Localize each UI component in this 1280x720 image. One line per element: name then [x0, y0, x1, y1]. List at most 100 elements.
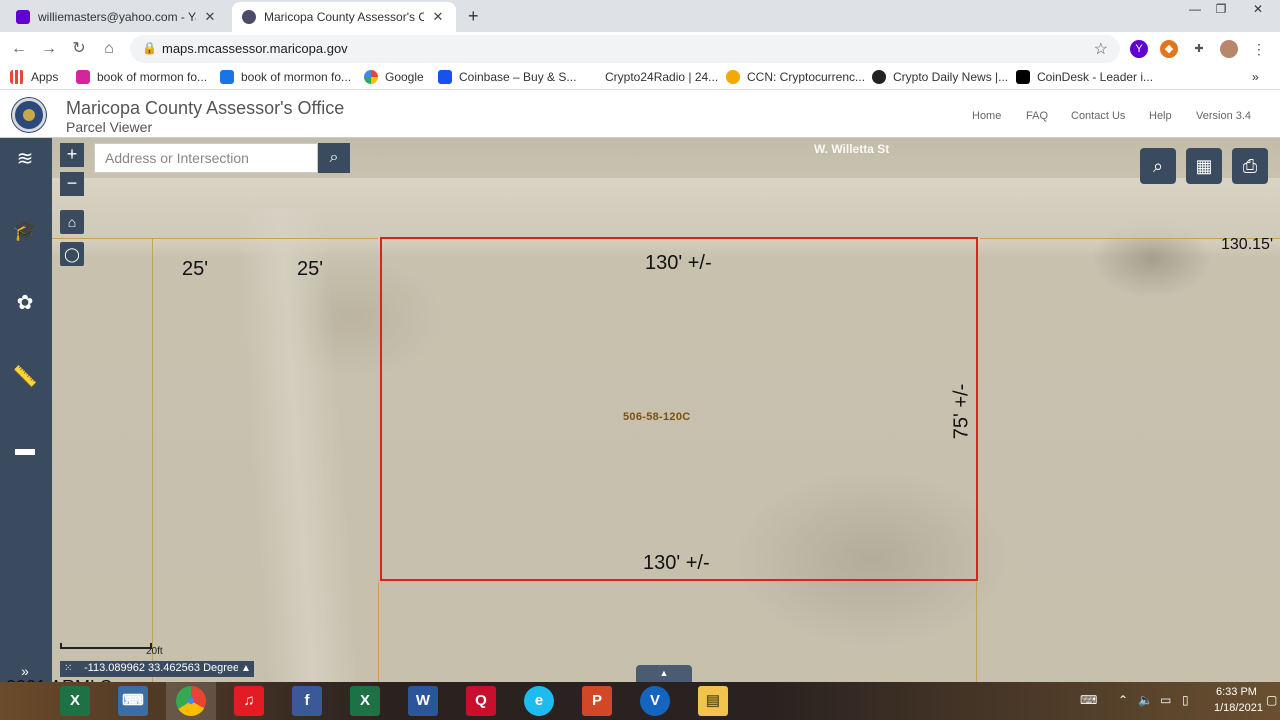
print-icon[interactable]: ⎙: [1232, 148, 1268, 184]
yahoo-extension-icon[interactable]: Y: [1130, 40, 1148, 58]
volume-icon[interactable]: 🔈: [1138, 693, 1153, 707]
bookmark-label: book of mormon fo...: [97, 70, 208, 84]
bookmark-ccn[interactable]: CCN: Cryptocurrenc...: [726, 70, 865, 84]
bookmark-coindesk[interactable]: CoinDesk - Leader i...: [1016, 70, 1153, 84]
coinbase-icon: [438, 70, 452, 84]
music-icon[interactable]: ♫: [234, 686, 264, 716]
parcel-line: [152, 238, 153, 682]
drag-grip-icon[interactable]: ⁙: [64, 663, 72, 674]
bookmark-coinbase[interactable]: Coinbase – Buy & S...: [438, 70, 576, 84]
power-icon[interactable]: ▯: [1182, 693, 1189, 707]
close-window-button[interactable]: ✕: [1236, 2, 1280, 22]
chevron-up-icon[interactable]: ⌃: [1118, 693, 1128, 707]
bookmark-label: Apps: [31, 70, 59, 84]
zoom-in-button[interactable]: +: [60, 143, 84, 167]
maximize-window-button[interactable]: ❐: [1206, 2, 1236, 22]
parcel-number[interactable]: 506-58-120C: [623, 411, 691, 423]
file-explorer-icon[interactable]: ▤: [698, 686, 728, 716]
nav-faq[interactable]: FAQ: [1026, 110, 1048, 122]
url-text[interactable]: maps.mcassessor.maricopa.gov: [162, 41, 348, 56]
bookmark-crypto24radio[interactable]: Crypto24Radio | 24...: [584, 70, 718, 84]
locate-icon[interactable]: ◯: [60, 242, 84, 266]
bookmarks-overflow-button[interactable]: »: [1252, 70, 1259, 84]
bookmark-crypto-daily[interactable]: Crypto Daily News |...: [872, 70, 1008, 84]
tab-assessor[interactable]: Maricopa County Assessor's Office ✕: [232, 2, 456, 32]
search-tool-icon[interactable]: ⌕: [1140, 148, 1176, 184]
basemap-gallery-icon[interactable]: ▦: [1186, 148, 1222, 184]
nav-version[interactable]: Version 3.4: [1196, 110, 1251, 122]
back-arrow-icon[interactable]: ←: [8, 39, 30, 59]
bookmark-apps[interactable]: Apps: [10, 70, 58, 84]
home-extent-icon[interactable]: ⌂: [60, 210, 84, 234]
expand-panel-tab[interactable]: ▲: [636, 665, 692, 682]
crypto-daily-icon: [872, 70, 886, 84]
facebook-icon[interactable]: f: [292, 686, 322, 716]
blank-page-icon: [584, 70, 598, 84]
bookmark-label: Crypto24Radio | 24...: [605, 70, 719, 84]
palette-icon[interactable]: ✿: [12, 290, 38, 316]
excel-start-icon[interactable]: X: [60, 686, 90, 716]
excel-icon[interactable]: X: [350, 686, 380, 716]
ccn-icon: [726, 70, 740, 84]
google-icon: [364, 70, 378, 84]
parcel-map[interactable]: W. Willetta St 130' +/- 130' +/- 75' +/-…: [52, 138, 1280, 682]
zoom-out-button[interactable]: −: [60, 172, 84, 196]
neighbor-dimension: 130.15': [1221, 236, 1273, 253]
easement-dimension: 25': [182, 258, 209, 280]
address-search-input[interactable]: [94, 143, 318, 173]
education-cap-icon[interactable]: 🎓: [12, 218, 38, 244]
chevron-up-icon[interactable]: ▲: [238, 661, 254, 677]
app-title: Maricopa County Assessor's Office: [66, 98, 345, 118]
apps-grid-icon: [10, 70, 24, 84]
parcel-line: [976, 582, 977, 682]
bookmark-instagram[interactable]: book of mormon fo...: [76, 70, 207, 84]
selected-parcel[interactable]: [380, 237, 978, 581]
address-bar[interactable]: 🔒 maps.mcassessor.maricopa.gov ☆: [130, 35, 1120, 63]
vpn-icon[interactable]: V: [640, 686, 670, 716]
new-tab-button[interactable]: +: [468, 6, 479, 27]
reload-icon[interactable]: ↻: [68, 39, 90, 59]
scale-bar: [60, 643, 152, 649]
layers-icon[interactable]: ≋: [12, 146, 38, 172]
nav-contact-us[interactable]: Contact Us: [1071, 110, 1125, 122]
powerpoint-icon[interactable]: P: [582, 686, 612, 716]
network-icon[interactable]: ▭: [1160, 693, 1171, 707]
home-icon[interactable]: ⌂: [98, 39, 120, 59]
bookmark-label: Google: [385, 70, 424, 84]
profile-avatar[interactable]: [1220, 40, 1238, 58]
clock-time[interactable]: 6:33 PM: [1216, 686, 1257, 698]
ruler-icon[interactable]: 📏: [12, 364, 38, 390]
bookmarks-bar: Apps book of mormon fo... book of mormon…: [0, 66, 1280, 90]
parcel-line: [52, 238, 378, 239]
nav-help[interactable]: Help: [1149, 110, 1172, 122]
left-tool-rail: ≋ 🎓 ✿ 📏 ▬ »: [0, 138, 52, 682]
extensions-puzzle-icon[interactable]: ✚: [1190, 40, 1208, 58]
tab-yahoo-mail[interactable]: williemasters@yahoo.com - Yahoo ✕: [6, 2, 228, 32]
word-icon[interactable]: W: [408, 686, 438, 716]
browser-toolbar: ← → ↻ ⌂ 🔒 maps.mcassessor.maricopa.gov ☆…: [0, 32, 1280, 66]
keyboard-tray-icon[interactable]: ⌨: [1080, 693, 1097, 707]
coordinate-readout: -113.089962 33.462563 Degrees: [60, 661, 251, 677]
windows-taskbar: X ⌨ ● ♫ f X W Q e P V ▤ ⌨ ⌃ 🔈 ▭ ▯ 6:33 P…: [0, 682, 1280, 720]
clock-date[interactable]: 1/18/2021: [1214, 702, 1263, 714]
bookmark-star-icon[interactable]: ☆: [1094, 39, 1108, 59]
keyboard-icon[interactable]: ⌨: [118, 686, 148, 716]
internet-explorer-icon[interactable]: e: [524, 686, 554, 716]
top-dimension: 130' +/-: [645, 252, 712, 274]
search-icon[interactable]: ⌕: [318, 143, 350, 173]
forward-arrow-icon[interactable]: →: [38, 39, 60, 59]
chrome-icon[interactable]: ●: [176, 686, 206, 716]
metamask-extension-icon[interactable]: ◆: [1160, 40, 1178, 58]
quicken-icon[interactable]: Q: [466, 686, 496, 716]
nav-home[interactable]: Home: [972, 110, 1001, 122]
menu-kebab-icon[interactable]: ⋮: [1250, 40, 1268, 58]
close-tab-icon[interactable]: ✕: [202, 9, 218, 25]
bookmark-label: CCN: Cryptocurrenc...: [747, 70, 866, 84]
lock-icon[interactable]: 🔒: [142, 41, 157, 55]
close-tab-icon[interactable]: ✕: [430, 9, 446, 25]
bookmark-search[interactable]: book of mormon fo...: [220, 70, 351, 84]
instagram-icon: [76, 70, 90, 84]
notifications-icon[interactable]: ▢: [1266, 693, 1277, 707]
bookmark-google[interactable]: Google: [364, 70, 424, 84]
comment-icon[interactable]: ▬: [12, 436, 38, 462]
